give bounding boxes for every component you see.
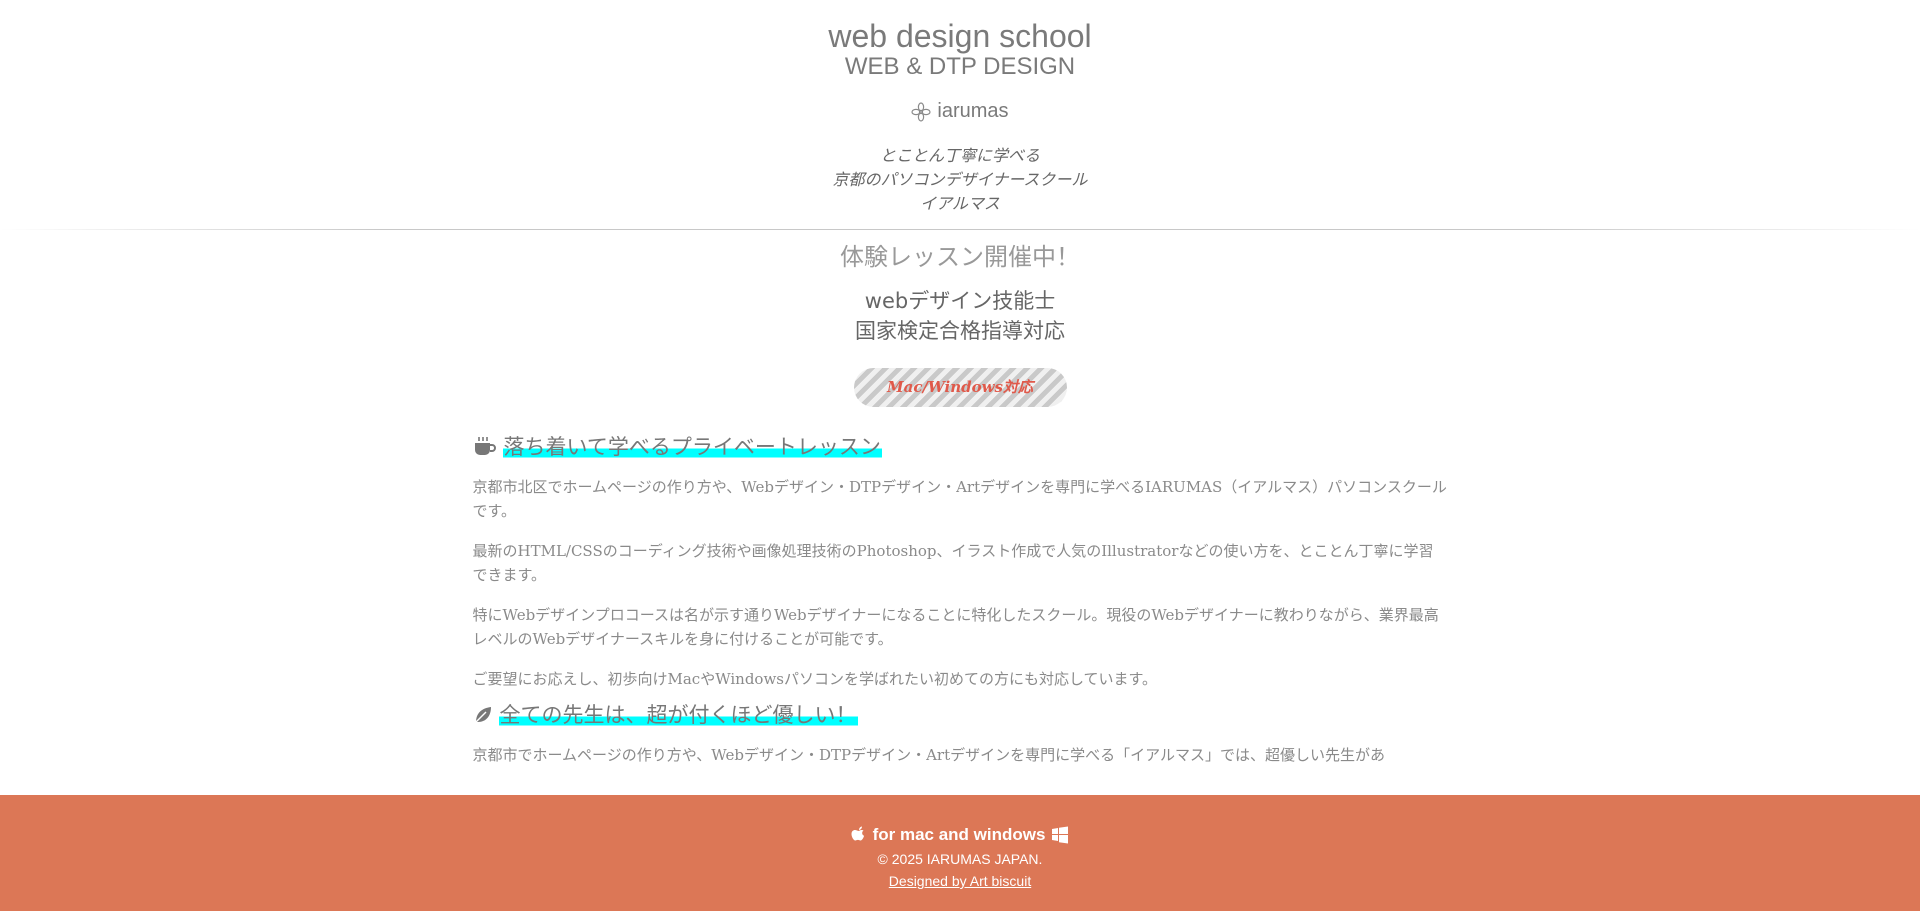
section-heading: 全ての先生は、超が付くほど優しい！	[473, 701, 1448, 729]
designer-credit-link[interactable]: Designed by Art biscuit	[889, 873, 1031, 889]
paragraph: ご要望にお応えし、初歩向けMacやWindowsパソコンを学ばれたい初めての方に…	[472, 670, 1158, 688]
paragraph: 最新のHTML/CSSのコーディング技術や画像処理技術のPhotoshop、イラ…	[472, 542, 1434, 584]
platform-text: for mac and windows	[872, 825, 1046, 844]
site-header: web design school WEB & DTP DESIGN iarum…	[0, 0, 1920, 230]
trial-lesson-text: 体験レッスン開催中！	[840, 243, 1080, 271]
paragraph: 特にWebデザインプロコースは名が示す通りWebデザイナーになることに特化したス…	[472, 606, 1439, 648]
paragraph: 京都市北区でホームページの作り方や、Webデザイン・DTPデザイン・Artデザイ…	[472, 478, 1447, 520]
certification-line: webデザイン技能士	[864, 289, 1056, 313]
flower-icon	[911, 101, 932, 122]
section-heading-text: 落ち着いて学べるプライベートレッスン	[502, 433, 882, 461]
brand[interactable]: iarumas	[0, 100, 1920, 123]
coffee-cup-icon	[473, 436, 497, 458]
apple-icon	[851, 826, 867, 844]
section-heading-text: 全ての先生は、超が付くほど優しい！	[498, 701, 858, 729]
windows-icon	[1051, 826, 1069, 844]
main-content: 落ち着いて学べるプライベートレッスン 京都市北区でホームページの作り方や、Web…	[473, 407, 1448, 767]
section-heading: 落ち着いて学べるプライベートレッスン	[473, 433, 1448, 461]
platform-badge: Mac/Windows対応	[853, 368, 1067, 407]
tagline: とことん丁寧に学べる 京都のパソコンデザイナースクール イアルマス	[0, 145, 1920, 217]
platform-line: for mac and windows	[0, 825, 1920, 845]
leaf-icon	[473, 705, 493, 725]
tagline-line: 京都のパソコンデザイナースクール	[832, 172, 1088, 189]
hero: 体験レッスン開催中！ webデザイン技能士 国家検定合格指導対応 Mac/Win…	[0, 242, 1920, 407]
copyright: © 2025 IARUMAS JAPAN.	[877, 851, 1043, 867]
brand-name: iarumas	[937, 100, 1009, 122]
certification-line: 国家検定合格指導対応	[855, 319, 1065, 343]
tagline-line: とことん丁寧に学べる	[879, 148, 1040, 165]
site-subtitle: WEB & DTP DESIGN	[844, 53, 1076, 80]
site-footer: for mac and windows © 2025 IARUMAS JAPAN…	[0, 795, 1920, 911]
paragraph: 京都市でホームページの作り方や、Webデザイン・DTPデザイン・Artデザインを…	[472, 746, 1385, 764]
tagline-line: イアルマス	[920, 196, 1000, 213]
certification-text: webデザイン技能士 国家検定合格指導対応	[0, 286, 1920, 346]
header-divider	[0, 229, 1920, 230]
site-title[interactable]: web design school	[0, 18, 1920, 54]
